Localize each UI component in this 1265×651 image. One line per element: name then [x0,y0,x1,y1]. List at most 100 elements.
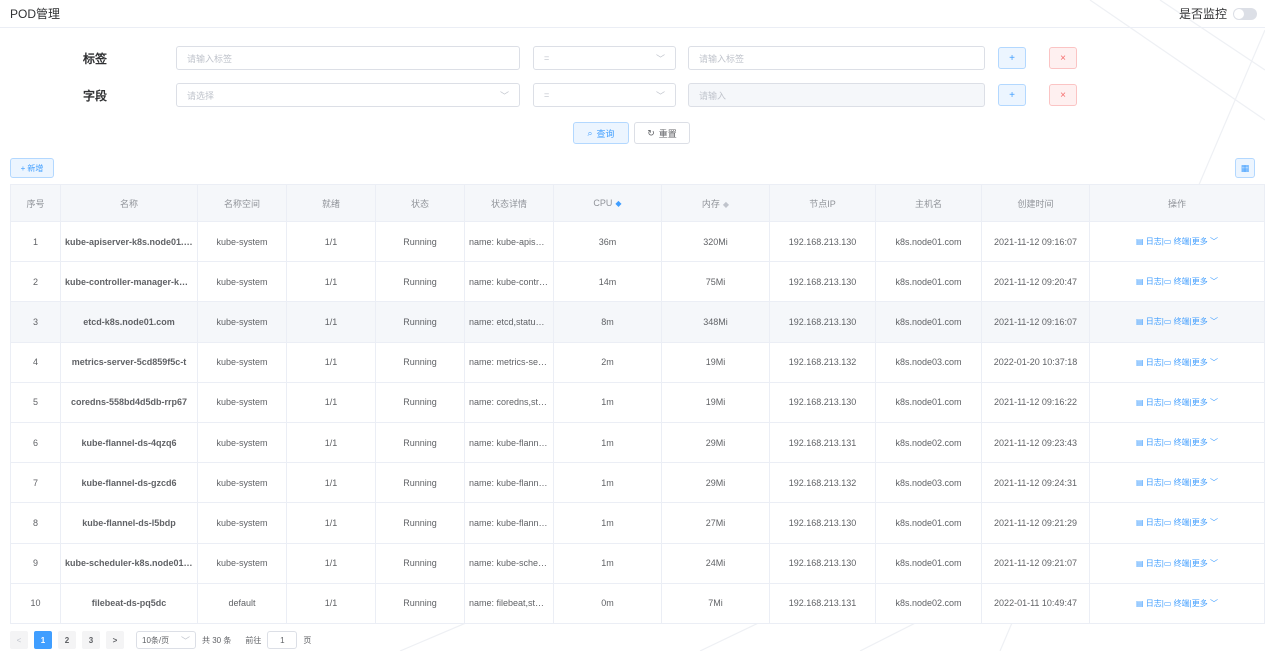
chevron-down-icon: ﹀ [499,90,509,101]
table-row[interactable]: 6 kube-flannel-ds-4qzq6 kube-system 1/1 Runn… [10,421,1265,464]
field-add-condition-button[interactable]: + [998,84,1026,106]
tag-remove-condition-button[interactable]: × [1049,47,1077,69]
reset-button[interactable]: ↻ 重置 [634,122,690,144]
more-dropdown[interactable]: 更多 ﹀ [1192,438,1218,447]
terminal-label: 终端 [1173,317,1190,327]
table-row[interactable]: 2kube-controller-manager-k8s.node01.comk… [10,261,1265,303]
terminal-link[interactable]: ▭ 终端 [1164,518,1190,527]
more-dropdown[interactable]: 更多 ﹀ [1192,518,1218,527]
more-label: 更多 [1191,317,1208,327]
field-key-select[interactable]: 请选择 ﹀ [176,83,520,107]
log-link[interactable]: ▤ 日志 [1136,599,1162,608]
field-remove-condition-button[interactable]: × [1049,84,1077,106]
more-dropdown[interactable]: 更多 ﹀ [1192,358,1218,367]
pod-name-link[interactable]: kube-flannel-ds-l5bdp [60,502,198,544]
pod-name-link[interactable]: kube-scheduler-k8s.node01.com [60,542,198,584]
more-dropdown[interactable]: 更多 ﹀ [1192,277,1218,286]
column-settings-button[interactable]: ▦ [1235,158,1255,178]
chevron-down-icon: ﹀ [1207,237,1218,247]
field-value-input[interactable]: 请输入 [688,83,985,107]
terminal-link[interactable]: ▭ 终端 [1164,317,1190,326]
terminal-icon: ▭ [1163,558,1174,568]
page-button-1[interactable]: 1 [34,631,52,649]
pod-name-link[interactable]: metrics-server-5cd859f5c-t [60,341,198,383]
pagination: < 1 2 3 > 10条/页 ﹀ 共 30 条 前往 1 页 [10,631,311,649]
table-row[interactable]: 4 metrics-server-5cd859f5c-t kube-system 1/… [10,341,1265,383]
more-dropdown[interactable]: 更多 ﹀ [1192,317,1218,326]
field-value-placeholder: 请输入 [699,90,727,101]
pod-name-link[interactable]: kube-flannel-ds-gzcd6 [60,462,198,504]
more-dropdown[interactable]: 更多 ﹀ [1192,398,1218,407]
next-page-button[interactable]: > [106,631,124,649]
log-link[interactable]: ▤ 日志 [1136,398,1162,407]
terminal-icon: ▭ [1163,357,1174,367]
cell-ready: 1/1 [286,301,376,343]
table-row[interactable]: 5 coredns-558bd4d5db-rrp67 kube-system 1/1 R… [10,381,1265,423]
terminal-link[interactable]: ▭ 终端 [1164,277,1190,286]
col-namespace: 名称空间 [197,184,287,222]
terminal-label: 终端 [1173,518,1190,528]
sort-icon[interactable]: ◆ [615,199,621,208]
pod-name-link[interactable]: etcd-k8s.node01.com [60,301,198,343]
terminal-link[interactable]: ▭ 终端 [1164,358,1190,367]
pod-name-link[interactable]: kube-flannel-ds-4qzq6 [60,421,198,464]
cell-actions: ▤ 日志|▭ 终端|更多 ﹀ [1089,582,1265,624]
log-link[interactable]: ▤ 日志 [1136,478,1162,487]
field-operator-select[interactable]: = ﹀ [533,83,676,107]
table-row[interactable]: 9 kube-scheduler-k8s.node01.com kube-syste… [10,542,1265,584]
search-icon: ⌕ [587,127,593,138]
cell-status: Running [375,220,465,263]
log-link[interactable]: ▤ 日志 [1136,438,1162,447]
more-dropdown[interactable]: 更多 ﹀ [1192,478,1218,487]
more-dropdown[interactable]: 更多 ﹀ [1192,237,1218,246]
tag-key-input[interactable]: 请输入标签 [176,46,520,70]
terminal-link[interactable]: ▭ 终端 [1164,559,1190,568]
tag-add-condition-button[interactable]: + [998,47,1026,69]
log-link[interactable]: ▤ 日志 [1136,559,1162,568]
table-row[interactable]: 1 kube-apiserver-k8s.node01.com kube-syste… [10,220,1265,263]
more-label: 更多 [1191,518,1208,528]
query-button[interactable]: ⌕ 查询 [573,122,629,144]
goto-page-input[interactable]: 1 [267,631,298,649]
table-row[interactable]: 7 kube-flannel-ds-gzcd6 kube-system 1/1 Runn… [10,462,1265,504]
terminal-link[interactable]: ▭ 终端 [1164,398,1190,407]
pod-name-link[interactable]: kube-controller-manager-k8s.node01.com [60,261,198,303]
page-button-3[interactable]: 3 [82,631,100,649]
monitor-switch[interactable] [1233,7,1257,20]
log-link[interactable]: ▤ 日志 [1136,317,1162,326]
pod-name-link[interactable]: filebeat-ds-pq5dc [60,582,198,624]
more-dropdown[interactable]: 更多 ﹀ [1192,599,1218,608]
prev-page-button[interactable]: < [10,631,28,649]
cell-cpu: 8m [553,301,662,343]
log-link[interactable]: ▤ 日志 [1136,277,1162,286]
add-button[interactable]: + 新增 [10,158,54,178]
cell-hostname: k8s.node01.com [875,261,982,303]
terminal-link[interactable]: ▭ 终端 [1164,599,1190,608]
pod-name-link[interactable]: coredns-558bd4d5db-rrp67 [60,381,198,423]
more-label: 更多 [1191,397,1208,407]
table-row[interactable]: 3 etcd-k8s.node01.com kube-system 1/1 Runnin… [10,301,1265,343]
cell-node-ip: 192.168.213.130 [769,261,876,303]
log-label: 日志 [1145,558,1162,568]
log-link[interactable]: ▤ 日志 [1136,358,1162,367]
col-cpu[interactable]: CPU ◆ [553,184,662,222]
more-dropdown[interactable]: 更多 ﹀ [1192,559,1218,568]
cell-actions: ▤ 日志|▭ 终端|更多 ﹀ [1089,502,1265,544]
tag-operator-select[interactable]: = ﹀ [533,46,676,70]
table-row[interactable]: 10 filebeat-ds-pq5dc default 1/1 Running name… [10,582,1265,624]
sort-icon[interactable]: ◆ [723,200,729,209]
pod-name-link[interactable]: kube-apiserver-k8s.node01.com [60,220,198,263]
page-button-2[interactable]: 2 [58,631,76,649]
terminal-link[interactable]: ▭ 终端 [1164,478,1190,487]
terminal-link[interactable]: ▭ 终端 [1164,438,1190,447]
terminal-link[interactable]: ▭ 终端 [1164,237,1190,246]
log-link[interactable]: ▤ 日志 [1136,518,1162,527]
terminal-icon: ▭ [1163,478,1174,488]
page-header: POD管理 是否监控 [0,0,1265,28]
log-link[interactable]: ▤ 日志 [1136,237,1162,246]
col-memory[interactable]: 内存 ◆ [661,184,770,222]
page-size-select[interactable]: 10条/页 ﹀ [136,631,196,649]
table-row[interactable]: 8 kube-flannel-ds-l5bdp kube-system 1/1 Runn… [10,502,1265,544]
tag-value-input[interactable]: 请输入标签 [688,46,985,70]
cell-actions: ▤ 日志|▭ 终端|更多 ﹀ [1089,421,1265,464]
